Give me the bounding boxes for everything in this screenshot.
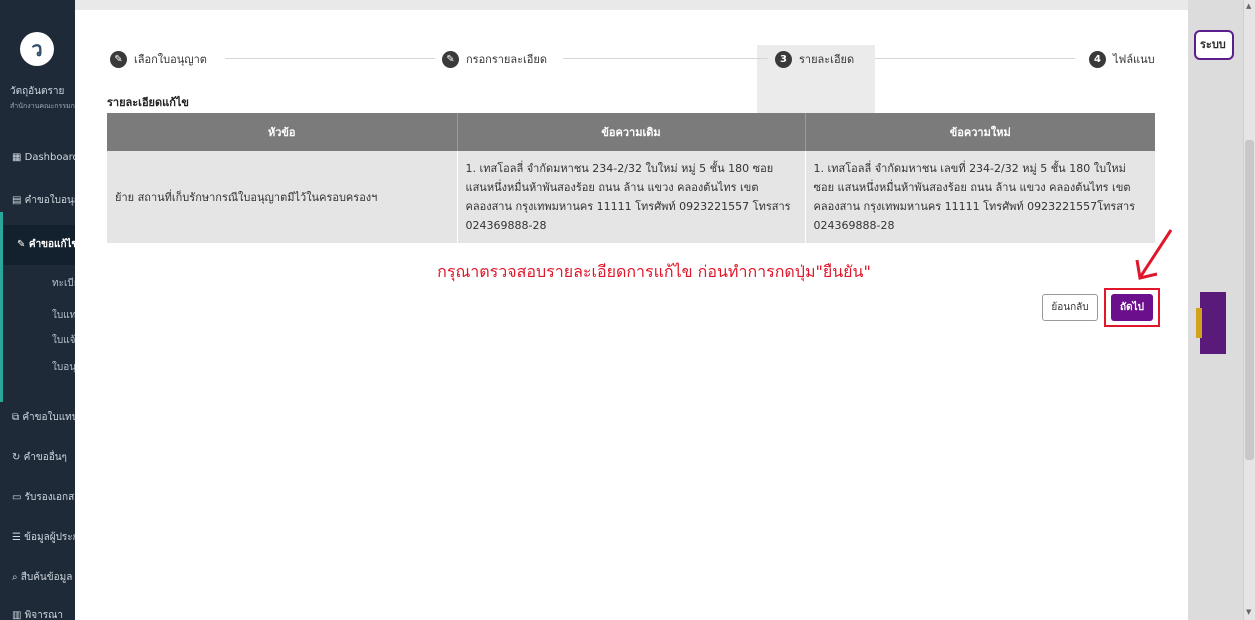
step-connector <box>563 58 768 59</box>
sidebar-item-search[interactable]: ⌕ สืบค้นข้อมูล <box>0 570 75 585</box>
stepper: ✎ เลือกใบอนุญาต ✎ กรอกรายละเอียด 3 รายละ… <box>75 45 1188 125</box>
sidebar-item-other-requests[interactable]: ↻ คำขออื่นๆ <box>0 450 75 465</box>
column-header-topic: หัวข้อ <box>107 113 458 151</box>
scroll-down-icon[interactable]: ▼ <box>1246 608 1251 616</box>
annotation-arrow-icon <box>1135 229 1173 280</box>
step-1[interactable]: ✎ เลือกใบอนุญาต <box>110 45 207 73</box>
sidebar-item-operator-info[interactable]: ☰ ข้อมูลผู้ประกอบการ <box>0 530 75 545</box>
sidebar-item-certify[interactable]: ▭ รับรองเอกสาร <box>0 490 75 505</box>
sidebar-subitem-2[interactable]: ใบแทน <box>0 308 75 323</box>
background-top-button: ระบบ <box>1194 30 1234 60</box>
sidebar-subitem-4[interactable]: ใบอนุญาต <box>0 360 75 375</box>
background-purple-block <box>1200 292 1226 354</box>
table-row: ย้าย สถานที่เก็บรักษากรณีใบอนุญาตมีไว้ใน… <box>107 151 1155 243</box>
step-3-number: 3 <box>775 50 792 68</box>
pencil-icon: ✎ <box>110 50 127 68</box>
background-yellow-strip <box>1196 308 1202 338</box>
step-1-label: เลือกใบอนุญาต <box>134 53 207 66</box>
cell-topic: ย้าย สถานที่เก็บรักษากรณีใบอนุญาตมีไว้ใน… <box>107 151 458 243</box>
step-3-label: รายละเอียด <box>799 53 855 66</box>
sidebar-item-replacement[interactable]: ⧉ คำขอใบแทน <box>0 410 75 425</box>
warning-message: กรุณาตรวจสอบรายละเอียดการแก้ไข ก่อนทำการ… <box>437 262 871 281</box>
step-connector <box>225 58 435 59</box>
column-header-old: ข้อความเดิม <box>457 113 806 151</box>
sidebar-item-license-request[interactable]: ▤ คำขอใบอนุญาต <box>0 193 75 208</box>
step-4-number: 4 <box>1089 50 1106 68</box>
page-scrollbar[interactable]: ▲ ▼ <box>1243 0 1255 620</box>
column-header-new: ข้อความใหม่ <box>805 113 1155 151</box>
sidebar-item-edit-request[interactable]: ✎ คำขอแก้ไข <box>0 225 75 265</box>
step-connector <box>875 58 1075 59</box>
sidebar-subitem-1[interactable]: ทะเบียน <box>0 276 75 291</box>
sidebar-subitem-3[interactable]: ใบแจ้ง <box>0 333 75 348</box>
step-2[interactable]: ✎ กรอกรายละเอียด <box>442 45 547 73</box>
logo-icon: ว <box>20 32 54 66</box>
step-3[interactable]: 3 รายละเอียด <box>775 45 854 73</box>
org-name: วัตถุอันตราย <box>10 86 65 97</box>
section-title: รายละเอียดแก้ไข <box>107 96 189 109</box>
pencil-icon: ✎ <box>442 50 459 68</box>
edit-detail-modal: ✎ เลือกใบอนุญาต ✎ กรอกรายละเอียด 3 รายละ… <box>75 10 1188 620</box>
sidebar-item-dashboard[interactable]: ▦ Dashboard <box>0 152 75 163</box>
back-button[interactable]: ย้อนกลับ <box>1042 294 1098 321</box>
step-4-label: ไฟล์แนบ <box>1113 53 1155 66</box>
edit-detail-table: หัวข้อ ข้อความเดิม ข้อความใหม่ ย้าย สถาน… <box>107 113 1155 243</box>
cell-old-text: 1. เทสโอลลี่ จำกัดมหาชน 234-2/32 ใบใหม่ … <box>457 151 806 243</box>
scroll-up-icon[interactable]: ▲ <box>1246 2 1251 10</box>
step-2-label: กรอกรายละเอียด <box>466 53 547 66</box>
sidebar: ว วัตถุอันตราย สำนักงานคณะกรรมการอาหารแล… <box>0 0 124 620</box>
highlight-box <box>1104 288 1160 327</box>
cell-new-text: 1. เทสโอลลี่ จำกัดมหาชน เลขที่ 234-2/32 … <box>805 151 1155 243</box>
step-4[interactable]: 4 ไฟล์แนบ <box>1089 45 1155 73</box>
scrollbar-thumb[interactable] <box>1245 140 1254 460</box>
sidebar-item-consider[interactable]: ▥ พิจารณา <box>0 608 75 620</box>
table-header-row: หัวข้อ ข้อความเดิม ข้อความใหม่ <box>107 113 1155 151</box>
